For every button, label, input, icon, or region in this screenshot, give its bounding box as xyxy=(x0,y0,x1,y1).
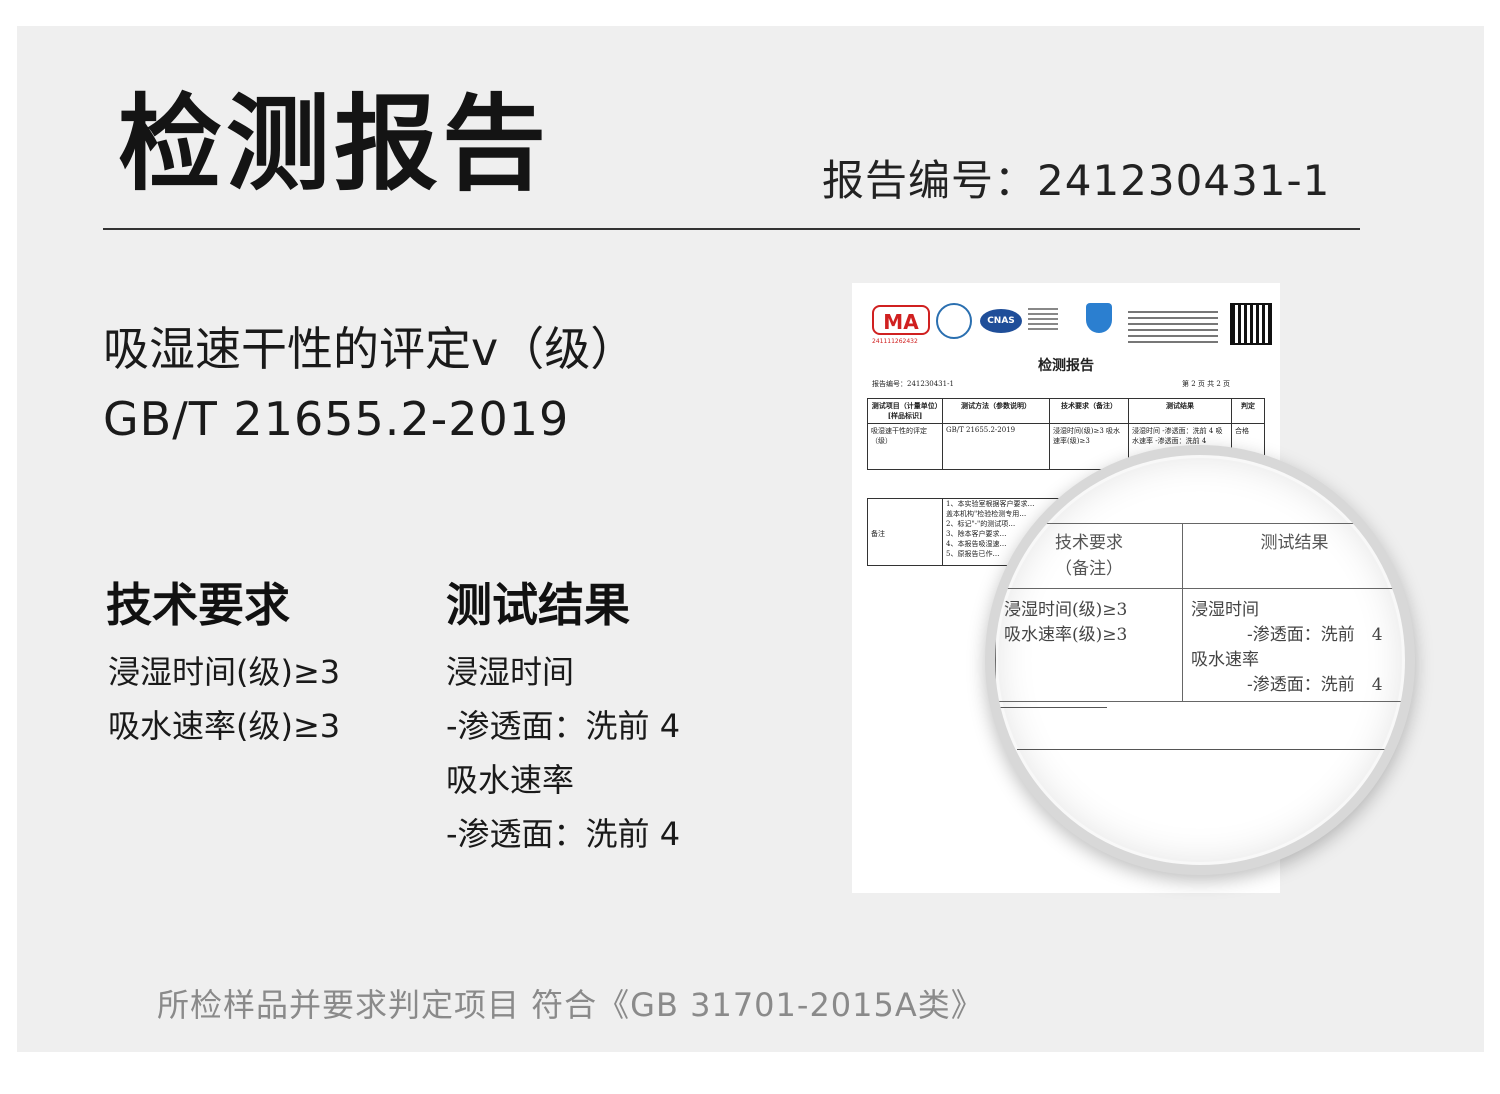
document-page: 第 2 页 共 2 页 xyxy=(1182,380,1231,388)
requirement-heading: 技术要求 xyxy=(106,578,290,632)
result-line: 吸水速率 xyxy=(446,761,575,799)
compliance-footer: 所检样品并要求判定项目 符合《GB 31701-2015A类》 xyxy=(157,986,984,1024)
cma-number: 241111262432 xyxy=(872,338,918,345)
result-line: -渗透面：洗前 4 xyxy=(446,815,681,853)
document-report-no: 报告编号：241230431-1 xyxy=(872,380,954,388)
magnified-result-line: 浸湿时间 xyxy=(1191,600,1259,620)
doc-header-verdict: 判定 xyxy=(1231,398,1265,424)
magnified-header-result: 测试结果 xyxy=(1182,523,1405,589)
magnified-content: 技术要求 （备注） 测试结果 浸湿时间(级)≥3 吸水速率(级)≥3 浸湿时间 … xyxy=(995,495,1405,855)
magnified-result-line: -渗透面：洗前 4 xyxy=(1247,625,1383,645)
doc-cell-method: GB/T 21655.2-2019 xyxy=(942,423,1050,470)
magnified-table: 技术要求 （备注） 测试结果 浸湿时间(级)≥3 吸水速率(级)≥3 浸湿时间 … xyxy=(995,523,1405,702)
doc-header-requirement: 技术要求（备注） xyxy=(1049,398,1129,424)
accreditation-text xyxy=(1028,305,1068,339)
magnified-header-requirement: 技术要求 （备注） xyxy=(995,523,1183,589)
requirement-list: 浸湿时间(级)≥3 吸水速率(级)≥3 xyxy=(108,645,340,753)
header-divider xyxy=(103,228,1360,230)
magnified-result-line: -渗透面：洗前 4 xyxy=(1247,675,1383,695)
cnas-logo: CNAS xyxy=(980,309,1022,333)
magnified-results: 浸湿时间 -渗透面：洗前 4 吸水速率 -渗透面：洗前 4 xyxy=(1182,588,1405,702)
magnified-header-req-text: 技术要求 xyxy=(1055,533,1123,553)
requirement-line: 吸水速率(级)≥3 xyxy=(108,707,341,745)
report-number-label: 报告编号： xyxy=(822,156,1038,205)
qr-code-icon xyxy=(1230,303,1272,345)
result-line: 浸湿时间 xyxy=(446,653,575,691)
requirement-line: 浸湿时间(级)≥3 xyxy=(108,653,341,691)
magnified-rule xyxy=(997,707,1107,708)
magnified-requirements: 浸湿时间(级)≥3 吸水速率(级)≥3 xyxy=(995,588,1183,702)
result-line: -渗透面：洗前 4 xyxy=(446,707,681,745)
magnified-header-req-note: （备注） xyxy=(1055,559,1123,579)
doc-header-method: 测试方法（参数说明） xyxy=(942,398,1050,424)
report-number-value: 241230431-1 xyxy=(1037,156,1331,205)
doc-header-item: 测试项目（计量单位）[样品标识] xyxy=(867,398,943,424)
report-number: 报告编号：241230431-1 xyxy=(822,160,1330,202)
magnifier-lens: 技术要求 （备注） 测试结果 浸湿时间(级)≥3 吸水速率(级)≥3 浸湿时间 … xyxy=(985,445,1415,875)
contact-info xyxy=(1128,307,1218,347)
shield-icon xyxy=(1086,303,1112,333)
ilac-mra-logo xyxy=(936,303,972,339)
magnified-rule xyxy=(1017,749,1397,750)
page-title: 检测报告 xyxy=(118,83,551,205)
cma-logo: MA xyxy=(872,305,930,335)
doc-cell-item: 吸湿速干性的评定（级） xyxy=(867,423,943,470)
magnified-result-line: 吸水速率 xyxy=(1191,650,1259,670)
certification-logos: MA 241111262432 CNAS xyxy=(872,303,1272,345)
remarks-label: 备注 xyxy=(871,530,885,538)
magnified-requirement-line: 浸湿时间(级)≥3 xyxy=(1004,600,1128,620)
magnified-requirement-line: 吸水速率(级)≥3 xyxy=(1004,625,1128,645)
document-title: 检测报告 xyxy=(1038,358,1094,374)
result-list: 浸湿时间 -渗透面：洗前 4 吸水速率 -渗透面：洗前 4 xyxy=(446,645,680,861)
test-standard: GB/T 21655.2-2019 xyxy=(103,392,570,446)
test-item-name: 吸湿速干性的评定v（级） xyxy=(103,322,637,376)
doc-header-result: 测试结果 xyxy=(1128,398,1232,424)
result-heading: 测试结果 xyxy=(446,578,630,632)
